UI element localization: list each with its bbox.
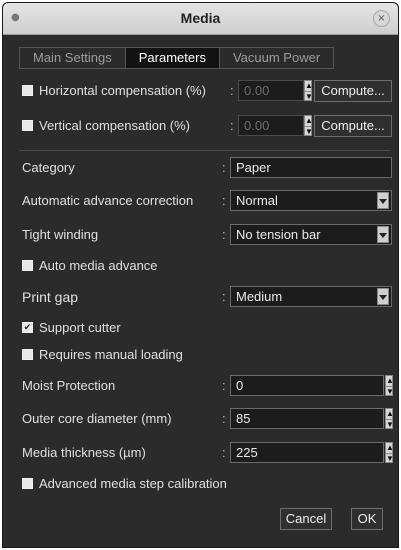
moist-protection-label: Moist Protection bbox=[22, 378, 116, 393]
vertical-compute-button[interactable]: Compute... bbox=[314, 115, 392, 137]
moist-protection-input[interactable]: 0 bbox=[230, 375, 384, 396]
category-label: Category bbox=[22, 160, 75, 175]
step-calibration-row: Advanced media step calibration bbox=[20, 472, 390, 496]
dropdown-arrow-icon[interactable] bbox=[377, 288, 389, 305]
auto-advance-value: Normal bbox=[236, 193, 278, 208]
auto-advance-label: Automatic advance correction bbox=[22, 193, 194, 208]
outer-core-stepper[interactable]: ▲ ▼ bbox=[385, 408, 394, 430]
colon: : bbox=[222, 445, 226, 460]
colon: : bbox=[230, 83, 234, 98]
colon: : bbox=[222, 289, 226, 304]
auto-media-advance-checkbox[interactable] bbox=[22, 260, 33, 272]
print-gap-select[interactable]: Medium bbox=[230, 286, 392, 307]
tight-winding-label: Tight winding bbox=[22, 227, 99, 242]
spin-down-icon[interactable]: ▼ bbox=[305, 92, 313, 102]
spin-up-icon[interactable]: ▲ bbox=[305, 81, 313, 92]
title-bar[interactable]: ● Media × bbox=[3, 3, 398, 35]
media-thickness-row: Media thickness (µm) : 225 ▲ ▼ bbox=[20, 441, 394, 465]
tab-bar: Main Settings Parameters Vacuum Power bbox=[19, 47, 335, 69]
support-cutter-label: Support cutter bbox=[39, 320, 121, 335]
vertical-compensation-row: Vertical compensation (%) : 0.00 ▲ ▼ Com… bbox=[20, 114, 392, 138]
outer-core-input[interactable]: 85 bbox=[230, 408, 384, 429]
colon: : bbox=[222, 160, 226, 175]
dropdown-arrow-icon[interactable] bbox=[377, 226, 389, 243]
close-icon[interactable]: × bbox=[373, 10, 390, 27]
colon: : bbox=[222, 378, 226, 393]
print-gap-row: Print gap : Medium bbox=[20, 285, 392, 309]
horizontal-compute-button[interactable]: Compute... bbox=[314, 80, 392, 102]
category-row: Category : Paper bbox=[20, 156, 392, 180]
outer-core-row: Outer core diameter (mm) : 85 ▲ ▼ bbox=[20, 407, 394, 431]
colon: : bbox=[222, 193, 226, 208]
horizontal-compensation-label: Horizontal compensation (%) bbox=[39, 83, 206, 98]
cancel-button[interactable]: Cancel bbox=[280, 508, 332, 530]
tight-winding-value: No tension bar bbox=[236, 227, 321, 242]
step-calibration-checkbox[interactable] bbox=[22, 478, 33, 490]
manual-loading-checkbox[interactable] bbox=[22, 349, 33, 361]
separator bbox=[19, 150, 390, 151]
horizontal-compensation-input[interactable]: 0.00 bbox=[238, 80, 304, 101]
step-calibration-label: Advanced media step calibration bbox=[39, 476, 227, 491]
manual-loading-row: Requires manual loading bbox=[20, 343, 390, 367]
tab-main-settings[interactable]: Main Settings bbox=[20, 48, 126, 68]
colon: : bbox=[222, 411, 226, 426]
support-cutter-checkbox[interactable]: ✔ bbox=[22, 322, 33, 334]
spin-down-icon[interactable]: ▼ bbox=[386, 420, 394, 430]
horizontal-compensation-stepper[interactable]: ▲ ▼ bbox=[304, 80, 313, 102]
auto-advance-select[interactable]: Normal bbox=[230, 190, 392, 211]
vertical-compensation-input[interactable]: 0.00 bbox=[238, 115, 304, 136]
category-field[interactable]: Paper bbox=[230, 157, 392, 178]
spin-up-icon[interactable]: ▲ bbox=[386, 409, 394, 420]
moist-protection-stepper[interactable]: ▲ ▼ bbox=[385, 375, 394, 397]
spin-down-icon[interactable]: ▼ bbox=[386, 454, 394, 464]
spin-down-icon[interactable]: ▼ bbox=[305, 127, 313, 137]
media-dialog: ● Media × Main Settings Parameters Vacuu… bbox=[2, 2, 399, 548]
print-gap-label: Print gap bbox=[22, 289, 79, 305]
horizontal-compensation-row: Horizontal compensation (%) : 0.00 ▲ ▼ C… bbox=[20, 79, 392, 103]
tab-parameters[interactable]: Parameters bbox=[125, 48, 220, 68]
print-gap-value: Medium bbox=[236, 289, 283, 304]
tab-vacuum-power[interactable]: Vacuum Power bbox=[220, 48, 333, 68]
window-title: Media bbox=[180, 10, 221, 26]
manual-loading-label: Requires manual loading bbox=[39, 347, 183, 362]
spin-up-icon[interactable]: ▲ bbox=[386, 443, 394, 454]
tight-winding-select[interactable]: No tension bar bbox=[230, 224, 392, 245]
colon: : bbox=[230, 118, 234, 133]
dropdown-arrow-icon[interactable] bbox=[377, 192, 389, 209]
spin-up-icon[interactable]: ▲ bbox=[305, 116, 313, 127]
auto-media-advance-label: Auto media advance bbox=[39, 258, 158, 273]
vertical-compensation-checkbox[interactable] bbox=[22, 120, 33, 132]
media-thickness-stepper[interactable]: ▲ ▼ bbox=[385, 442, 394, 464]
spin-up-icon[interactable]: ▲ bbox=[386, 376, 394, 387]
spin-down-icon[interactable]: ▼ bbox=[386, 387, 394, 397]
ok-button[interactable]: OK bbox=[351, 508, 383, 530]
moist-protection-row: Moist Protection : 0 ▲ ▼ bbox=[20, 374, 394, 398]
horizontal-compensation-checkbox[interactable] bbox=[22, 85, 33, 97]
support-cutter-row: ✔ Support cutter bbox=[20, 316, 390, 340]
vertical-compensation-stepper[interactable]: ▲ ▼ bbox=[304, 115, 313, 137]
auto-media-advance-row: Auto media advance bbox=[20, 254, 390, 278]
outer-core-label: Outer core diameter (mm) bbox=[22, 411, 172, 426]
tight-winding-row: Tight winding : No tension bar bbox=[20, 223, 392, 247]
colon: : bbox=[222, 227, 226, 242]
vertical-compensation-label: Vertical compensation (%) bbox=[39, 118, 191, 133]
auto-advance-row: Automatic advance correction : Normal bbox=[20, 189, 392, 213]
media-thickness-input[interactable]: 225 bbox=[230, 442, 384, 463]
media-thickness-label: Media thickness (µm) bbox=[22, 445, 146, 460]
